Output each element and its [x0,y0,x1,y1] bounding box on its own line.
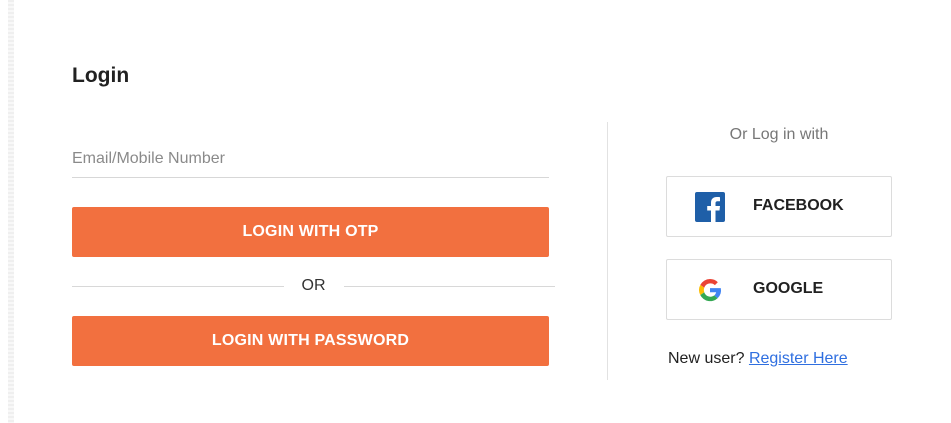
google-icon [695,275,725,305]
google-login-button[interactable]: GOOGLE [666,259,892,320]
facebook-icon [695,192,725,222]
login-with-password-button[interactable]: LOGIN WITH PASSWORD [72,316,549,366]
login-with-otp-button[interactable]: LOGIN WITH OTP [72,207,549,257]
email-mobile-input[interactable] [72,140,549,178]
or-line-left [72,285,284,287]
new-user-row: New user? Register Here [668,350,848,368]
facebook-label: FACEBOOK [753,197,844,214]
left-edge-border [8,0,14,423]
login-page: Login LOGIN WITH OTP OR LOGIN WITH PASSW… [0,0,951,423]
page-title: Login [72,64,130,87]
or-text: OR [301,277,326,294]
facebook-login-button[interactable]: FACEBOOK [666,176,892,237]
social-login-title: Or Log in with [729,126,829,143]
vertical-divider [607,122,608,380]
or-separator: OR [72,276,555,296]
register-here-link[interactable]: Register Here [749,350,848,367]
new-user-prompt: New user? [668,350,745,367]
or-line-right [343,285,555,287]
google-label: GOOGLE [753,280,824,297]
